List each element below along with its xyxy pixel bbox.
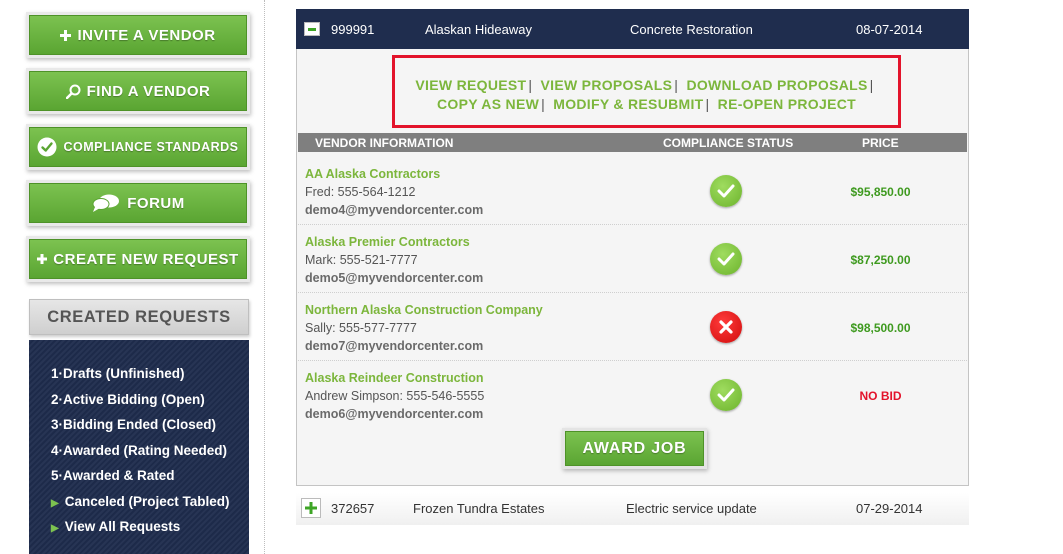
request-filter-drafts[interactable]: 1·Drafts (Unfinished) (51, 364, 230, 390)
find-vendor-label: FIND A VENDOR (86, 82, 211, 100)
price-header: PRICE (862, 136, 899, 150)
award-job-label: AWARD JOB (582, 439, 687, 457)
compliance-standards-label: COMPLIANCE STANDARDS (63, 140, 239, 154)
request-filter-label: View All Requests (64, 519, 181, 534)
invite-vendor-button[interactable]: INVITE A VENDOR (29, 15, 247, 55)
request-filter-awarded-rating-needed[interactable]: 4·Awarded (Rating Needed) (51, 441, 230, 467)
project-id: 372657 (331, 501, 375, 516)
request-filter-label: Drafts (Unfinished) (63, 366, 185, 381)
reopen-project-link[interactable]: RE-OPEN PROJECT (718, 96, 856, 112)
vendor-contact: Sally: 555-577-7777 (305, 321, 417, 335)
create-new-request-button[interactable]: CREATE NEW REQUEST (29, 239, 247, 279)
vendor-email: demo6@myvendorcenter.com (305, 407, 484, 421)
table-row: Alaska Premier Contractors Mark: 555-521… (298, 225, 967, 293)
request-filter-label: Awarded (Rating Needed) (63, 442, 228, 458)
created-requests-header: CREATED REQUESTS (29, 299, 249, 335)
list-number: 5· (51, 468, 64, 483)
table-row: Northern Alaska Construction Company Sal… (298, 293, 967, 361)
table-row: Alaska Reindeer Construction Andrew Simp… (298, 361, 967, 429)
create-new-request-label: CREATE NEW REQUEST (53, 250, 239, 268)
vendor-name[interactable]: Northern Alaska Construction Company (305, 303, 543, 317)
vendor-email: demo5@myvendorcenter.com (305, 271, 484, 285)
vendor-email: demo7@myvendorcenter.com (305, 339, 484, 353)
actions-row-1: VIEW REQUEST | VIEW PROPOSALS | DOWNLOAD P… (395, 76, 898, 95)
award-job-button[interactable]: AWARD JOB (565, 431, 704, 466)
sidebar: INVITE A VENDOR FIND A VENDOR COMPLIANCE… (0, 0, 265, 554)
table-row: AA Alaska Contractors Fred: 555-564-1212… (298, 157, 967, 225)
project-name: Frozen Tundra Estates (413, 501, 545, 516)
copy-as-new-link[interactable]: COPY AS NEW (437, 96, 539, 112)
request-filter-label: Active Bidding (Open) (63, 391, 205, 407)
project-actions: VIEW REQUEST | VIEW PROPOSALS | DOWNLOAD P… (392, 55, 901, 128)
speech-bubbles-icon (91, 194, 121, 212)
compliance-standards-button[interactable]: COMPLIANCE STANDARDS (29, 127, 247, 167)
project-id: 999991 (331, 22, 375, 37)
arrow-right-icon: ▶ (51, 497, 59, 509)
project-category: Electric service update (626, 501, 757, 516)
separator: | (869, 77, 874, 93)
separator: | (541, 96, 546, 112)
expand-plus-icon[interactable] (301, 498, 321, 518)
request-filter-label: Awarded & Rated (63, 468, 175, 483)
request-filter-awarded-rated[interactable]: 5·Awarded & Rated (51, 466, 230, 492)
view-request-link[interactable]: VIEW REQUEST (415, 77, 526, 93)
forum-label: FORUM (127, 194, 185, 212)
compliant-check-icon (710, 243, 742, 275)
non-compliant-x-icon (710, 311, 742, 343)
find-vendor-button[interactable]: FIND A VENDOR (29, 71, 247, 111)
vendor-name[interactable]: Alaska Premier Contractors (305, 235, 470, 249)
request-filter-label: Canceled (Project Tabled) (64, 493, 230, 509)
invite-vendor-label: INVITE A VENDOR (77, 26, 216, 44)
search-icon (65, 84, 81, 99)
list-number: 4· (51, 442, 64, 458)
forum-button[interactable]: FORUM (29, 183, 247, 223)
created-requests-list: 1·Drafts (Unfinished) 2·Active Bidding (… (51, 364, 230, 543)
request-filter-label: Bidding Ended (Closed) (63, 417, 217, 432)
request-filter-bidding-ended[interactable]: 3·Bidding Ended (Closed) (51, 415, 230, 441)
project-row-collapsed[interactable]: 372657 Frozen Tundra Estates Electric se… (296, 493, 969, 525)
modify-resubmit-link[interactable]: MODIFY & RESUBMIT (553, 96, 703, 112)
vendor-email: demo4@myvendorcenter.com (305, 203, 484, 217)
view-proposals-link[interactable]: VIEW PROPOSALS (541, 77, 673, 93)
vendor-name[interactable]: Alaska Reindeer Construction (305, 371, 484, 385)
vendor-no-bid: NO BID (859, 389, 902, 403)
created-requests-title: CREATED REQUESTS (47, 307, 231, 326)
sidebar-divider (264, 0, 265, 554)
arrow-right-icon: ▶ (51, 523, 59, 534)
vendor-price: $98,500.00 (850, 321, 911, 335)
vendor-info-header: VENDOR INFORMATION (315, 136, 454, 150)
compliant-check-icon (710, 379, 742, 411)
project-date: 08-07-2014 (856, 22, 923, 37)
vendor-table-header: VENDOR INFORMATION COMPLIANCE STATUS PRI… (298, 133, 967, 152)
vendor-price: $87,250.00 (850, 253, 911, 267)
vendor-price: $95,850.00 (850, 185, 911, 199)
separator: | (705, 96, 710, 112)
project-date: 07-29-2014 (856, 501, 923, 516)
download-proposals-link[interactable]: DOWNLOAD PROPOSALS (686, 77, 867, 93)
compliant-check-icon (710, 175, 742, 207)
request-filter-view-all[interactable]: ▶ View All Requests (51, 517, 230, 543)
list-number: 2· (51, 391, 64, 407)
plus-icon (37, 254, 48, 264)
project-name: Alaskan Hideaway (425, 22, 532, 37)
request-filter-canceled[interactable]: ▶ Canceled (Project Tabled) (51, 492, 230, 518)
vendor-contact: Mark: 555-521-7777 (305, 253, 418, 267)
collapse-icon[interactable] (304, 22, 320, 36)
check-circle-icon (37, 137, 57, 157)
separator: | (528, 77, 533, 93)
project-details: VIEW REQUEST | VIEW PROPOSALS | DOWNLOAD P… (296, 49, 969, 486)
request-filter-active-bidding[interactable]: 2·Active Bidding (Open) (51, 390, 230, 416)
separator: | (674, 77, 679, 93)
compliance-header: COMPLIANCE STATUS (663, 136, 794, 150)
actions-row-2: COPY AS NEW | MODIFY & RESUBMIT | RE-OPEN … (395, 95, 898, 114)
plus-icon (60, 29, 72, 41)
vendor-contact: Andrew Simpson: 555-546-5555 (305, 389, 485, 403)
project-header-row[interactable]: 999991 Alaskan Hideaway Concrete Restora… (296, 9, 969, 49)
list-number: 3· (51, 417, 64, 432)
created-requests-panel: 1·Drafts (Unfinished) 2·Active Bidding (… (29, 340, 249, 554)
project-category: Concrete Restoration (630, 22, 753, 37)
vendor-name[interactable]: AA Alaska Contractors (305, 167, 440, 181)
list-number: 1· (51, 366, 64, 381)
vendor-contact: Fred: 555-564-1212 (305, 185, 416, 199)
